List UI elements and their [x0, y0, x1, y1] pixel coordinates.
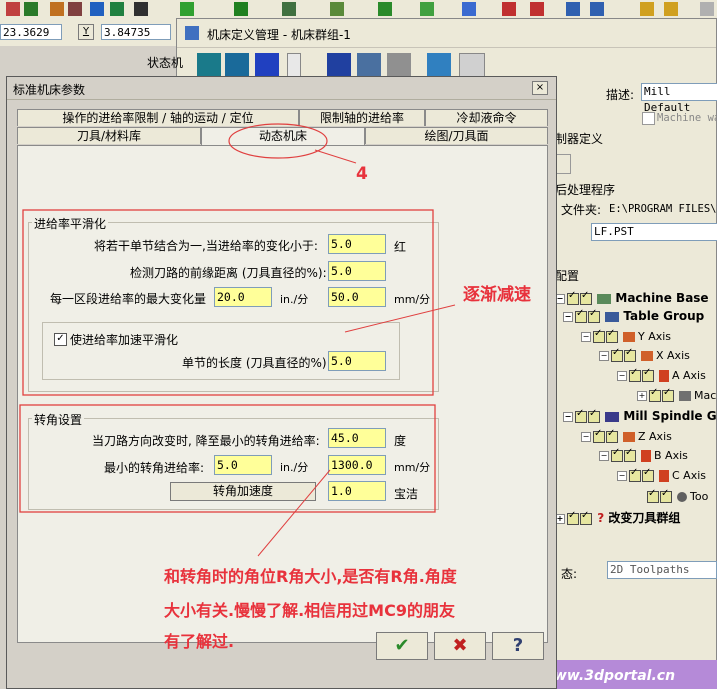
annotation-line-decel [344, 304, 456, 333]
annotation-note-line3: 有了解过. [164, 632, 235, 651]
annotation-line-note [257, 469, 331, 557]
annotation-line-4 [314, 149, 357, 164]
annotation-number: 4 [356, 164, 368, 184]
corner-group-redbox [19, 404, 436, 513]
annotation-decel: 逐渐减速 [463, 285, 531, 305]
tab-highlight-ellipse [228, 123, 328, 159]
feed-group-redbox [22, 209, 434, 396]
annotation-note-line1: 和转角时的角位R角大小,是否有R角.角度 [164, 567, 457, 586]
annotation-note-line2: 大小有关.慢慢了解.相信用过MC9的朋友 [164, 601, 455, 620]
